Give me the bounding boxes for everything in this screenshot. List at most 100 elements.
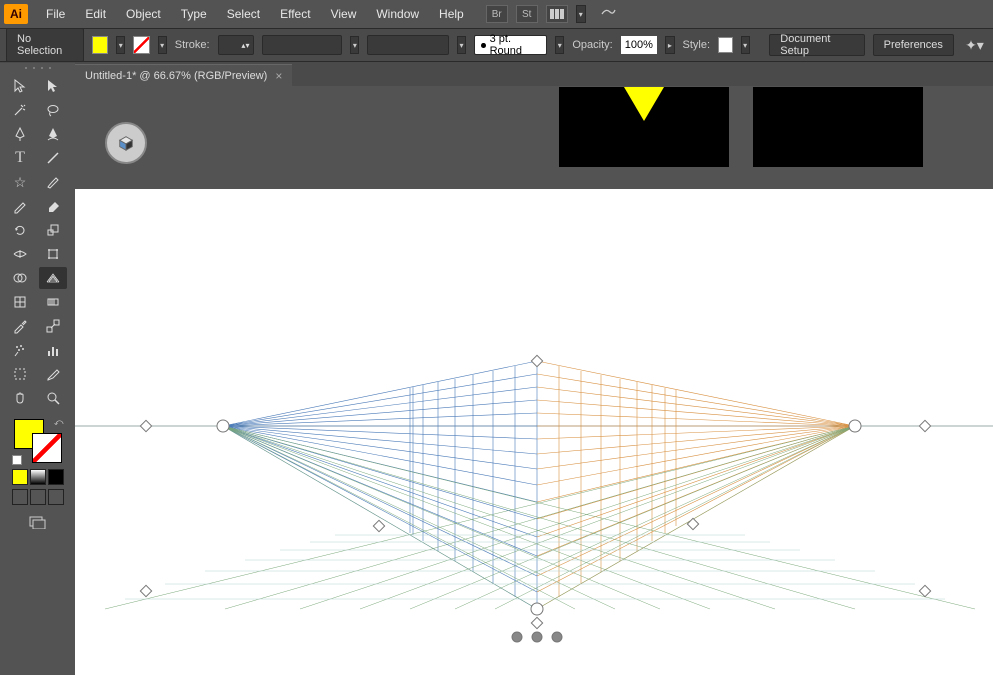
hand-tool[interactable] bbox=[6, 387, 34, 409]
color-mode-none[interactable] bbox=[48, 469, 64, 485]
menu-effect[interactable]: Effect bbox=[270, 3, 320, 25]
selection-tool[interactable] bbox=[6, 75, 34, 97]
document-setup-button[interactable]: Document Setup bbox=[769, 34, 864, 56]
rotate-tool[interactable] bbox=[6, 219, 34, 241]
menu-object[interactable]: Object bbox=[116, 3, 171, 25]
preferences-button[interactable]: Preferences bbox=[873, 34, 954, 56]
artboard-thumbnail-1[interactable] bbox=[559, 87, 729, 167]
mesh-tool[interactable] bbox=[6, 291, 34, 313]
type-tool[interactable]: T bbox=[6, 147, 34, 169]
selection-status: No Selection bbox=[6, 28, 84, 62]
cube-icon bbox=[117, 134, 135, 152]
draw-normal[interactable] bbox=[12, 489, 28, 505]
free-transform-tool[interactable] bbox=[39, 243, 67, 265]
menu-type[interactable]: Type bbox=[171, 3, 217, 25]
opacity-value[interactable]: 100% bbox=[621, 36, 658, 54]
artboard-tool[interactable] bbox=[6, 363, 34, 385]
graphic-style-swatch[interactable] bbox=[718, 37, 733, 53]
rectangle-tool[interactable]: ☆ bbox=[6, 171, 34, 193]
slice-tool[interactable] bbox=[39, 363, 67, 385]
menu-extras: Br St ▾ bbox=[486, 3, 622, 25]
zoom-tool[interactable] bbox=[39, 387, 67, 409]
stock-button[interactable]: St bbox=[516, 5, 538, 23]
pen-tool[interactable] bbox=[6, 123, 34, 145]
menu-bar: Ai File Edit Object Type Select Effect V… bbox=[0, 0, 993, 28]
opacity-label: Opacity: bbox=[572, 39, 612, 51]
round-dot-icon bbox=[481, 43, 485, 48]
width-profile-field[interactable]: 3 pt. Round bbox=[474, 35, 547, 55]
app-logo: Ai bbox=[4, 4, 28, 24]
magic-wand-tool[interactable] bbox=[6, 99, 34, 121]
left-toolbar: T ☆ ⤺ bbox=[0, 63, 75, 675]
menu-select[interactable]: Select bbox=[217, 3, 270, 25]
stroke-dropdown-icon[interactable]: ▾ bbox=[158, 36, 167, 54]
width-tool[interactable] bbox=[6, 243, 34, 265]
profile-dropdown-icon[interactable]: ▾ bbox=[350, 36, 359, 54]
color-mode-row bbox=[6, 467, 69, 487]
blend-tool[interactable] bbox=[39, 315, 67, 337]
lasso-tool[interactable] bbox=[39, 99, 67, 121]
control-bar: No Selection ▾ ▾ Stroke: ▴▾ ▾ ▾ 3 pt. Ro… bbox=[0, 28, 993, 62]
opacity-dropdown-icon[interactable]: ▸ bbox=[665, 36, 674, 54]
swap-fill-stroke-icon[interactable]: ⤺ bbox=[54, 417, 64, 428]
column-graph-tool[interactable] bbox=[39, 339, 67, 361]
document-tab-title: Untitled-1* @ 66.67% (RGB/Preview) bbox=[85, 70, 267, 82]
draw-behind[interactable] bbox=[30, 489, 46, 505]
paintbrush-tool[interactable] bbox=[39, 171, 67, 193]
fill-stroke-swatches[interactable]: ⤺ bbox=[14, 419, 62, 463]
draw-mode-row bbox=[6, 487, 69, 507]
yellow-triangle-icon bbox=[624, 87, 664, 121]
screen-mode[interactable] bbox=[6, 507, 69, 529]
pencil-tool[interactable] bbox=[6, 195, 34, 217]
brush-field[interactable] bbox=[367, 35, 449, 55]
style-dropdown-icon[interactable]: ▾ bbox=[741, 36, 750, 54]
color-section: ⤺ bbox=[0, 411, 75, 533]
line-tool[interactable] bbox=[39, 147, 67, 169]
menu-file[interactable]: File bbox=[36, 3, 75, 25]
perspective-plane-widget[interactable] bbox=[105, 122, 147, 164]
width-profile-dropdown-icon[interactable]: ▾ bbox=[555, 36, 564, 54]
stroke-label: Stroke: bbox=[175, 39, 210, 51]
perspective-grid-tool[interactable] bbox=[39, 267, 67, 289]
eraser-tool[interactable] bbox=[39, 195, 67, 217]
color-mode-color[interactable] bbox=[12, 469, 28, 485]
menu-help[interactable]: Help bbox=[429, 3, 474, 25]
stroke-color-swatch[interactable] bbox=[133, 36, 149, 54]
symbol-sprayer-tool[interactable] bbox=[6, 339, 34, 361]
profile-field[interactable] bbox=[262, 35, 342, 55]
stroke-swatch[interactable] bbox=[32, 433, 62, 463]
eyedropper-tool[interactable] bbox=[6, 315, 34, 337]
menu-view[interactable]: View bbox=[321, 3, 367, 25]
color-mode-gradient[interactable] bbox=[30, 469, 46, 485]
fill-color-swatch[interactable] bbox=[92, 36, 108, 54]
style-label: Style: bbox=[683, 39, 711, 51]
scale-tool[interactable] bbox=[39, 219, 67, 241]
toolbar-handle[interactable] bbox=[0, 63, 75, 73]
draw-inside[interactable] bbox=[48, 489, 64, 505]
artboard-thumbnail-2[interactable] bbox=[753, 87, 923, 167]
gradient-tool[interactable] bbox=[39, 291, 67, 313]
document-tab[interactable]: Untitled-1* @ 66.67% (RGB/Preview) × bbox=[75, 64, 292, 86]
curvature-tool[interactable] bbox=[39, 123, 67, 145]
canvas-header-area bbox=[75, 87, 993, 189]
artboard-canvas[interactable] bbox=[75, 189, 993, 675]
artboard-thumbnails bbox=[559, 87, 923, 167]
arrange-docs-button[interactable] bbox=[546, 5, 568, 23]
control-more-icon[interactable]: ✦▾ bbox=[962, 34, 987, 56]
tool-grid: T ☆ bbox=[0, 73, 75, 411]
shape-builder-tool[interactable] bbox=[6, 267, 34, 289]
menu-edit[interactable]: Edit bbox=[75, 3, 116, 25]
direct-selection-tool[interactable] bbox=[39, 75, 67, 97]
tab-close-icon[interactable]: × bbox=[275, 69, 282, 83]
fill-dropdown-icon[interactable]: ▾ bbox=[116, 36, 125, 54]
gpu-preview-icon[interactable] bbox=[594, 3, 622, 25]
default-fill-stroke-icon[interactable] bbox=[12, 455, 22, 465]
bridge-button[interactable]: Br bbox=[486, 5, 508, 23]
tab-bar: Untitled-1* @ 66.67% (RGB/Preview) × bbox=[0, 62, 993, 86]
stroke-weight-field[interactable]: ▴▾ bbox=[218, 35, 255, 55]
perspective-grid[interactable] bbox=[75, 189, 993, 675]
menu-window[interactable]: Window bbox=[366, 3, 429, 25]
brush-dropdown-icon[interactable]: ▾ bbox=[457, 36, 466, 54]
width-profile-label: 3 pt. Round bbox=[490, 33, 541, 57]
arrange-caret-icon[interactable]: ▾ bbox=[576, 5, 586, 23]
